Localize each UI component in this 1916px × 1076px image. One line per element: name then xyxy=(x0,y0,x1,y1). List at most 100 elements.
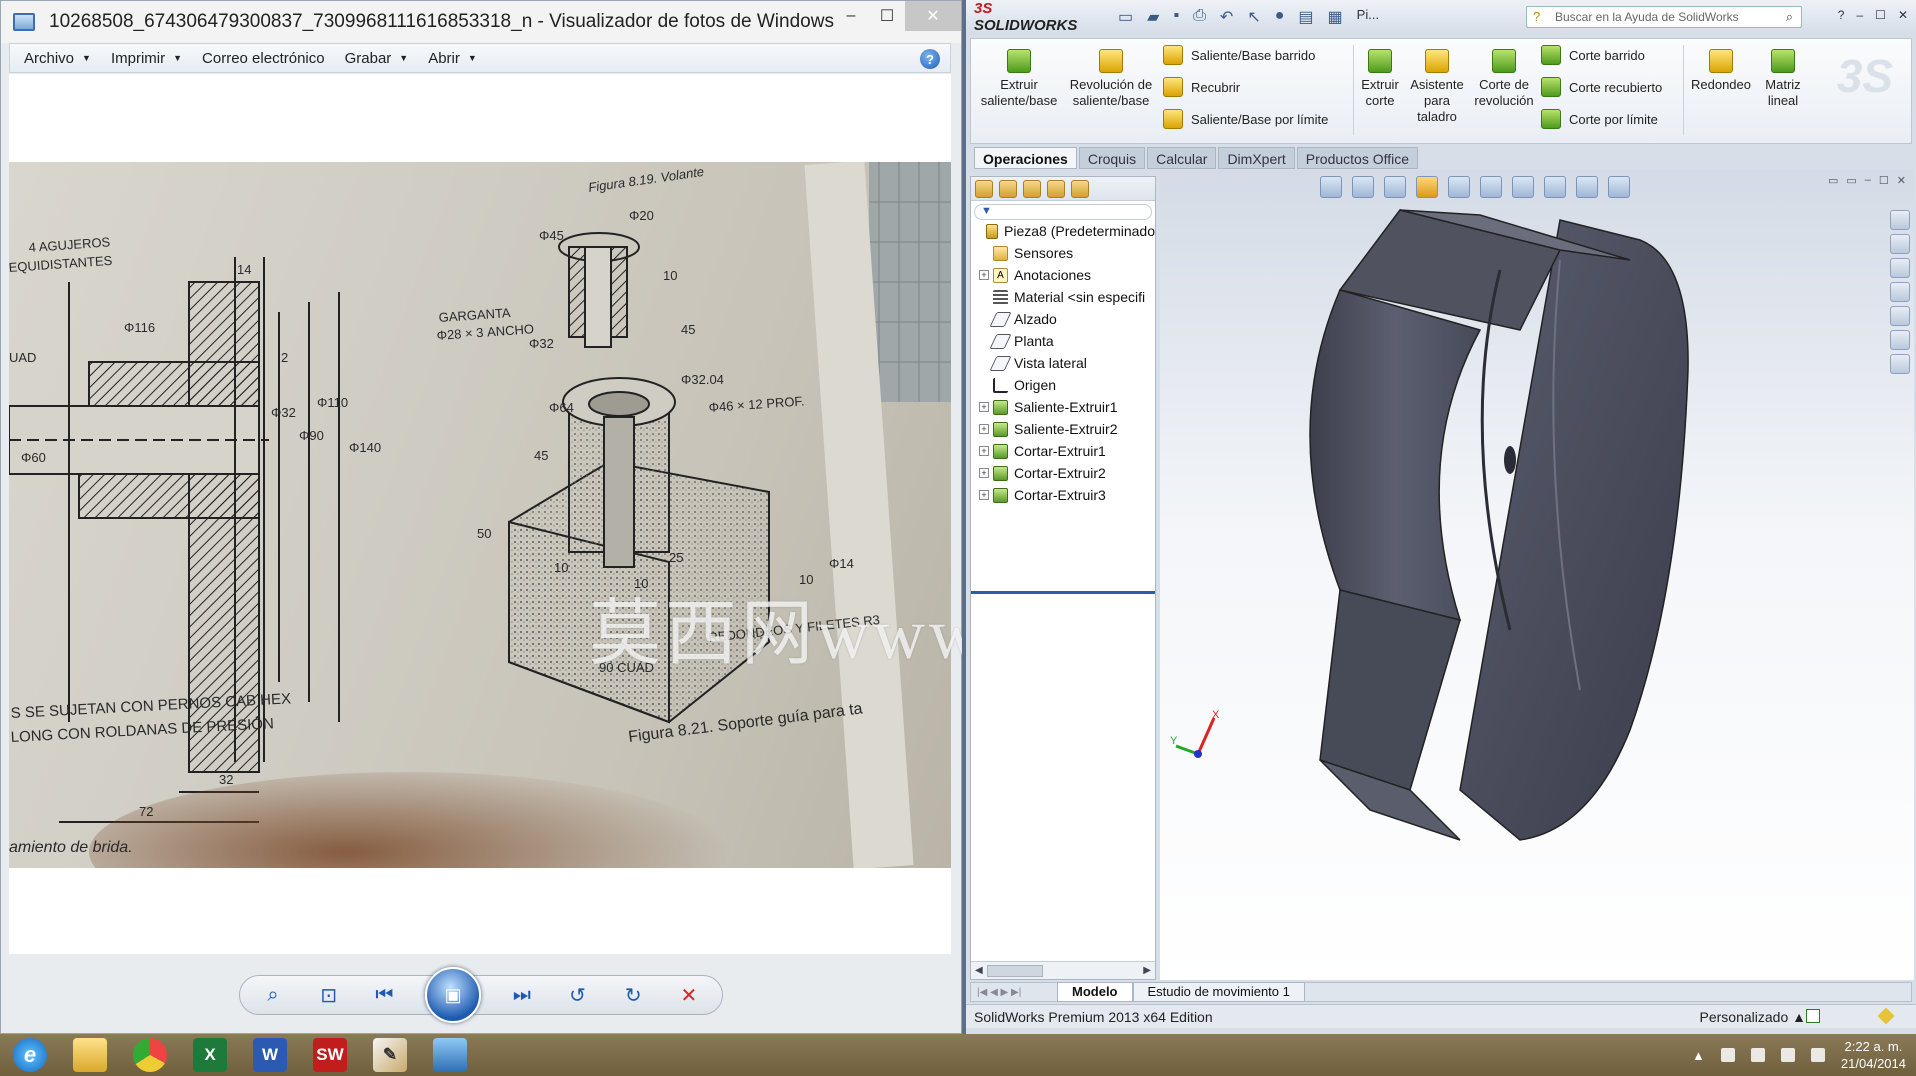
tab-productos-office[interactable]: Productos Office xyxy=(1296,147,1419,169)
3d-model-render[interactable] xyxy=(1160,170,1914,980)
taskbar-paint[interactable]: ✎ xyxy=(360,1034,420,1076)
taskbar-word[interactable]: W xyxy=(240,1034,300,1076)
graphics-viewport[interactable]: ▭ ▭ – ☐ ✕ X Y xyxy=(1160,170,1914,980)
help-status-icon[interactable] xyxy=(1806,1009,1820,1023)
tab-operaciones[interactable]: Operaciones xyxy=(974,147,1077,169)
help-icon[interactable]: ? xyxy=(920,49,940,69)
lofted-boss-button[interactable]: Recubrir xyxy=(1163,77,1240,97)
taskbar-solidworks[interactable]: SW xyxy=(300,1034,360,1076)
tab-dimxpert[interactable]: DimXpert xyxy=(1218,147,1295,169)
tree-node[interactable]: + Saliente-Extruir1 xyxy=(971,396,1155,418)
quick-access-truncated[interactable]: Pi... xyxy=(1357,7,1379,27)
tree-filter-input[interactable]: ▼ xyxy=(974,204,1152,220)
zoom-icon[interactable]: ⌕ xyxy=(258,984,288,1007)
rebuild-status-icon[interactable] xyxy=(1877,1007,1895,1025)
expand-icon[interactable]: + xyxy=(979,402,989,412)
revolved-boss-button[interactable]: Revolución de saliente/base xyxy=(1069,49,1153,109)
swept-cut-button[interactable]: Corte barrido xyxy=(1541,45,1645,65)
menu-correo[interactable]: Correo electrónico xyxy=(202,50,325,67)
taskbar-internet-explorer[interactable]: e xyxy=(0,1034,60,1076)
previous-icon[interactable]: ⏮ xyxy=(369,984,399,1007)
rebuild-icon[interactable]: ● xyxy=(1275,7,1285,27)
dimxpert-manager-icon[interactable] xyxy=(1047,180,1065,198)
tree-node[interactable]: + A Anotaciones xyxy=(971,264,1155,286)
minimize-button[interactable]: – xyxy=(833,1,869,31)
slideshow-button[interactable]: ▣ xyxy=(425,967,482,1023)
print-icon[interactable]: ⎙ xyxy=(1193,7,1206,27)
revolved-cut-button[interactable]: Corte de revolución xyxy=(1471,49,1537,109)
status-units[interactable]: Personalizado ▲ xyxy=(1700,1009,1806,1025)
scroll-left-icon[interactable]: ◀ xyxy=(975,965,983,976)
fit-window-icon[interactable]: ⊡ xyxy=(314,983,344,1008)
tree-node[interactable]: Vista lateral xyxy=(971,352,1155,374)
taskbar-photo-viewer[interactable] xyxy=(420,1034,480,1076)
save-icon[interactable]: ▪ xyxy=(1173,7,1179,27)
swept-boss-button[interactable]: Saliente/Base barrido xyxy=(1163,45,1315,65)
expand-icon[interactable]: + xyxy=(979,270,989,280)
scroll-right-icon[interactable]: ▶ xyxy=(1143,965,1151,976)
rotate-right-icon[interactable]: ↻ xyxy=(618,983,648,1008)
configuration-manager-icon[interactable] xyxy=(1023,180,1041,198)
taskbar-chrome[interactable] xyxy=(120,1034,180,1076)
taskbar-excel[interactable]: X xyxy=(180,1034,240,1076)
open-folder-icon[interactable]: ▰ xyxy=(1147,7,1159,27)
menu-abrir[interactable]: Abrir ▼ xyxy=(428,50,477,67)
taskbar-file-explorer[interactable] xyxy=(60,1034,120,1076)
feature-manager-icon[interactable] xyxy=(975,180,993,198)
search-icon[interactable]: ⌕ xyxy=(1786,9,1793,25)
tray-expand-icon[interactable]: ▲ xyxy=(1692,1048,1705,1063)
delete-icon[interactable]: ✕ xyxy=(674,983,704,1008)
sw-help-button[interactable]: ? xyxy=(1838,8,1845,22)
undo-icon[interactable]: ↶ xyxy=(1220,7,1233,27)
tree-node[interactable]: + Cortar-Extruir3 xyxy=(971,484,1155,506)
tree-node[interactable]: + Saliente-Extruir2 xyxy=(971,418,1155,440)
power-icon[interactable] xyxy=(1750,1048,1765,1062)
lofted-cut-button[interactable]: Corte recubierto xyxy=(1541,77,1662,97)
scrollbar-thumb[interactable] xyxy=(987,965,1043,977)
fillet-button[interactable]: Redondeo xyxy=(1689,49,1753,93)
linear-pattern-button[interactable]: Matriz lineal xyxy=(1755,49,1811,109)
action-center-icon[interactable] xyxy=(1720,1048,1735,1062)
tree-node[interactable]: Origen xyxy=(971,374,1155,396)
tab-scroll-arrows[interactable]: |◀ ◀ ▶ ▶| xyxy=(971,987,1057,998)
tree-node[interactable]: Alzado xyxy=(971,308,1155,330)
file-properties-icon[interactable]: ▤ xyxy=(1298,7,1313,27)
options-icon[interactable]: ▦ xyxy=(1328,7,1343,27)
tree-node[interactable]: Material <sin especifi xyxy=(971,286,1155,308)
close-button[interactable]: ✕ xyxy=(905,1,961,31)
menu-grabar[interactable]: Grabar ▼ xyxy=(345,50,409,67)
expand-icon[interactable]: + xyxy=(979,468,989,478)
property-manager-icon[interactable] xyxy=(999,180,1017,198)
sw-maximize-button[interactable]: ☐ xyxy=(1875,8,1886,22)
network-icon[interactable] xyxy=(1780,1048,1795,1062)
tree-node[interactable]: Sensores xyxy=(971,242,1155,264)
maximize-button[interactable]: ☐ xyxy=(869,1,905,31)
sw-minimize-button[interactable]: – xyxy=(1856,8,1863,22)
extruded-boss-button[interactable]: Extruir saliente/base xyxy=(979,49,1059,109)
expand-icon[interactable]: + xyxy=(979,490,989,500)
tree-node[interactable]: + Cortar-Extruir2 xyxy=(971,462,1155,484)
tab-croquis[interactable]: Croquis xyxy=(1078,147,1146,169)
expand-icon[interactable]: + xyxy=(979,446,989,456)
menu-imprimir[interactable]: Imprimir ▼ xyxy=(111,50,182,67)
tree-node[interactable]: Planta xyxy=(971,330,1155,352)
expand-icon[interactable]: + xyxy=(979,424,989,434)
tree-node[interactable]: Pieza8 (Predeterminado xyxy=(971,220,1155,242)
rollback-bar[interactable] xyxy=(971,591,1155,594)
new-document-icon[interactable]: ▭ xyxy=(1118,7,1133,27)
tab-motion-study[interactable]: Estudio de movimiento 1 xyxy=(1132,982,1305,1002)
extruded-cut-button[interactable]: Extruir corte xyxy=(1355,49,1405,109)
tree-horizontal-scrollbar[interactable]: ◀ ▶ xyxy=(971,961,1155,979)
menu-archivo[interactable]: Archivo ▼ xyxy=(24,50,91,67)
boundary-boss-button[interactable]: Saliente/Base por límite xyxy=(1163,109,1328,129)
sw-close-button[interactable]: ✕ xyxy=(1898,8,1908,22)
select-cursor-icon[interactable]: ↖ xyxy=(1247,7,1260,27)
tab-calcular[interactable]: Calcular xyxy=(1147,147,1217,169)
system-clock[interactable]: 2:22 a. m. 21/04/2014 xyxy=(1841,1038,1906,1072)
hole-wizard-button[interactable]: Asistente para taladro xyxy=(1407,49,1467,125)
display-manager-icon[interactable] xyxy=(1071,180,1089,198)
tab-modelo[interactable]: Modelo xyxy=(1057,982,1133,1002)
rotate-left-icon[interactable]: ↺ xyxy=(563,983,593,1008)
volume-icon[interactable] xyxy=(1810,1048,1825,1062)
help-search-input[interactable]: ? Buscar en la Ayuda de SolidWorks ⌕ xyxy=(1526,6,1802,28)
